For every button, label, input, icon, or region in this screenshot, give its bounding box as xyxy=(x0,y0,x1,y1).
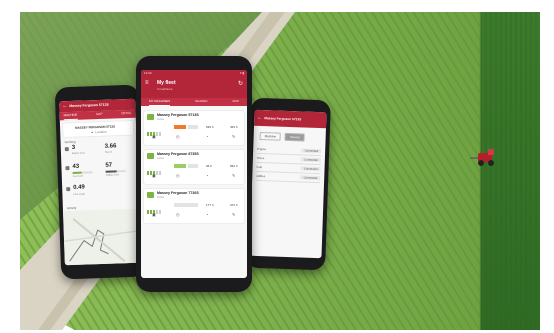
fuel-icon: ▣ xyxy=(152,173,156,178)
main-tab-bar: MY MACHINES SHARED MAP xyxy=(141,98,247,106)
tab-map-main[interactable]: MAP xyxy=(232,98,239,106)
stat-engine-label: Engine load xyxy=(71,151,85,155)
fuel-icon: ▣ xyxy=(152,134,156,139)
left-phone-screen: ← Massey Ferguson 5713S MACHINE MAP DETA… xyxy=(59,98,141,266)
main-app-header: 12:30 ▾ ▮ ≡ My fleet 3 machines ↻ xyxy=(141,70,247,98)
status-bar-grey xyxy=(188,125,198,129)
stat-fuel-value: 43 xyxy=(72,163,80,170)
marketing-scene: ← Massey Ferguson 5713S MACHINE MAP DETA… xyxy=(0,0,554,333)
status-time: 12:30 xyxy=(144,71,152,75)
right-back-arrow-icon[interactable]: ← xyxy=(257,115,262,121)
machine-hours2: 562 h xyxy=(230,164,238,168)
right-app-header: ← Massey Ferguson 5713S xyxy=(254,109,327,129)
machine-hours: 549 h xyxy=(206,125,214,129)
machine-name: Massey Ferguson 8735S xyxy=(157,152,199,156)
tab-detail[interactable]: DETAIL xyxy=(121,110,132,118)
main-phone-screen: 12:30 ▾ ▮ ≡ My fleet 3 machines ↻ MY MAC… xyxy=(141,70,247,278)
tab-shared[interactable]: SHARED xyxy=(195,98,208,106)
left-phone: ← Massey Ferguson 5713S MACHINE MAP DETA… xyxy=(54,84,146,280)
tractor-thumb-icon xyxy=(147,153,154,159)
engine-icon xyxy=(64,147,69,152)
machine-card[interactable]: Massey Ferguson 7726S Active 177 h 472 h… xyxy=(144,189,244,223)
fuel-level-fill xyxy=(72,171,82,174)
machine-name: Massey Ferguson 7726S xyxy=(157,191,199,195)
wrench-icon[interactable]: ✎ xyxy=(232,173,235,178)
row-value: Connected xyxy=(300,166,321,172)
stats-grid: 3 Engine load 3.66 Speed 43 Fuel level 5… xyxy=(61,142,139,207)
status-bar-green xyxy=(174,164,186,168)
row-label: Hours xyxy=(256,155,265,161)
machine-card[interactable]: Massey Ferguson 8735S Active 36 h 562 h … xyxy=(144,150,244,184)
machine-sub: Active xyxy=(157,157,165,160)
main-phone: 12:30 ▾ ▮ ≡ My fleet 3 machines ↻ MY MAC… xyxy=(136,56,252,292)
machine-sub: Active xyxy=(157,118,165,121)
tab-machine[interactable]: MACHINE xyxy=(63,111,78,121)
adblue-level-bar xyxy=(105,170,126,173)
clock-icon: ◷ xyxy=(176,173,180,178)
tractor-thumb-icon xyxy=(147,114,154,120)
row-value: Connected xyxy=(301,148,322,154)
machine-card[interactable]: Massey Ferguson 5713S Active 549 h 453 h… xyxy=(144,111,244,145)
location-sub: Location xyxy=(95,129,107,135)
status-bar-orange xyxy=(174,125,186,129)
back-arrow-icon[interactable]: ← xyxy=(62,103,67,109)
status-bar-grey xyxy=(188,164,198,168)
location-title: MASSEY FERGUSON 5713S xyxy=(75,124,116,130)
stat-adblue-value: 57 xyxy=(105,162,113,169)
machine-hours2: 472 h xyxy=(230,203,238,207)
settings-list: Engine Connected Hours Connected Fuel Co… xyxy=(252,143,325,185)
status-bar-grey xyxy=(174,203,198,207)
location-pin-icon: ● xyxy=(91,130,94,135)
machine-hours: 36 h xyxy=(206,164,212,168)
row-label: AdBlue xyxy=(256,173,266,179)
left-app-title: Massey Ferguson 5713S xyxy=(69,102,109,109)
stat-fuel-label: Fuel level xyxy=(72,174,84,178)
clock-icon: ◷ xyxy=(176,212,180,217)
tab-map[interactable]: MAP xyxy=(96,111,103,119)
row-value: Connected xyxy=(300,175,321,181)
settings-row[interactable]: AdBlue Connected xyxy=(256,171,321,184)
fuel-level-bar xyxy=(72,171,93,174)
clock-icon: ◷ xyxy=(176,134,180,139)
right-phone: ← Massey Ferguson 5713S Machine Service … xyxy=(245,97,331,271)
service-button[interactable]: Service xyxy=(284,132,306,142)
wrench-icon[interactable]: ✎ xyxy=(232,212,235,217)
stat-engine-value: 3 xyxy=(71,144,76,151)
stat-speed-value: 3.66 xyxy=(104,143,117,150)
machine-name: Massey Ferguson 5713S xyxy=(157,113,199,117)
gauge-icon: ◔ xyxy=(206,212,209,217)
fuel-icon xyxy=(65,166,70,171)
gauge-icon: ◔ xyxy=(206,134,209,139)
row-label: Engine xyxy=(257,146,266,152)
right-app-title: Massey Ferguson 5713S xyxy=(264,116,302,122)
stat-adblue-label: AdBlue level xyxy=(105,173,120,177)
location-card: MASSEY FERGUSON 5713S ● Location xyxy=(62,120,134,138)
fuel-usage-icon xyxy=(66,187,71,192)
tractor-thumb-icon xyxy=(147,192,154,198)
fuel-icon: ▣ xyxy=(152,212,156,217)
machine-sub: Active xyxy=(157,196,165,199)
adblue-level-fill xyxy=(105,170,118,173)
refresh-icon[interactable]: ↻ xyxy=(238,80,243,87)
hamburger-icon[interactable]: ≡ xyxy=(145,80,149,86)
fleet-subtitle: 3 machines xyxy=(157,87,173,91)
machine-button[interactable]: Machine xyxy=(259,131,282,141)
row-label: Fuel xyxy=(256,164,263,170)
activity-map[interactable] xyxy=(63,208,141,266)
stat-speed-label: Speed xyxy=(104,150,112,154)
right-phone-screen: ← Massey Ferguson 5713S Machine Service … xyxy=(249,109,327,259)
stat-fuel-usage-label: Fuel usage xyxy=(73,192,86,196)
wrench-icon[interactable]: ✎ xyxy=(232,134,235,139)
row-value: Connected xyxy=(301,157,321,163)
stat-fuel-usage-value: 0.49 xyxy=(73,184,85,191)
status-icons: ▾ ▮ xyxy=(240,71,244,75)
tab-my-machines[interactable]: MY MACHINES xyxy=(149,98,171,106)
machine-hours2: 453 h xyxy=(230,125,238,129)
fleet-title: My fleet xyxy=(157,80,176,86)
gauge-icon: ◔ xyxy=(206,173,209,178)
machine-hours: 177 h xyxy=(206,203,214,207)
